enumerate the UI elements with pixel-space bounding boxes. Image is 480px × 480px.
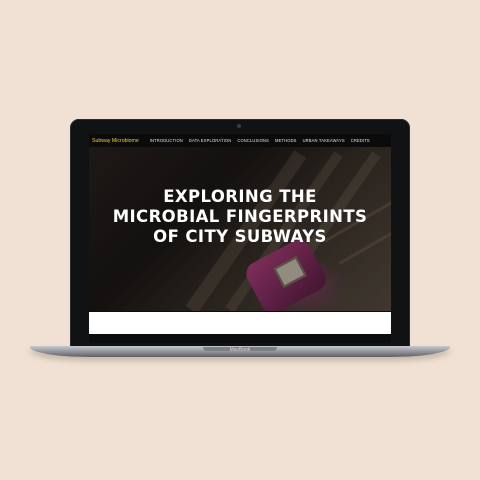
- hero-title-line-2: MICROBIAL FINGERPRINTS: [112, 207, 368, 226]
- laptop-model-label: MacBook: [229, 347, 251, 353]
- nav-item-urban-takeaways[interactable]: URBAN TAKEAWAYS: [303, 138, 345, 143]
- site-navbar: Subway Microbiome INTRODUCTION DATA EXPL…: [89, 134, 391, 147]
- screen-bottom-bezel: [89, 334, 391, 343]
- site-brand-link[interactable]: Subway Microbiome: [92, 138, 139, 144]
- nav-item-conclusions[interactable]: CONCLUSIONS: [237, 138, 269, 143]
- hero-title: EXPLORING THE MICROBIAL FINGERPRINTS OF …: [89, 187, 391, 247]
- camera-icon: [237, 124, 241, 128]
- mockup-stage: Subway Microbiome INTRODUCTION DATA EXPL…: [0, 0, 480, 480]
- nav-item-credits[interactable]: CREDITS: [351, 138, 370, 143]
- page-content-start: [89, 312, 391, 334]
- nav-item-introduction[interactable]: INTRODUCTION: [150, 138, 183, 143]
- nav-menu: INTRODUCTION DATA EXPLORATION CONCLUSION…: [150, 138, 370, 143]
- hero-title-line-3: OF CITY SUBWAYS: [153, 227, 327, 246]
- laptop-screen: Subway Microbiome INTRODUCTION DATA EXPL…: [89, 134, 391, 343]
- hero-title-line-1: EXPLORING THE: [163, 187, 317, 206]
- nav-item-methods[interactable]: METHODS: [275, 138, 297, 143]
- laptop-lid: Subway Microbiome INTRODUCTION DATA EXPL…: [70, 119, 410, 347]
- nav-item-data-exploration[interactable]: DATA EXPLORATION: [189, 138, 231, 143]
